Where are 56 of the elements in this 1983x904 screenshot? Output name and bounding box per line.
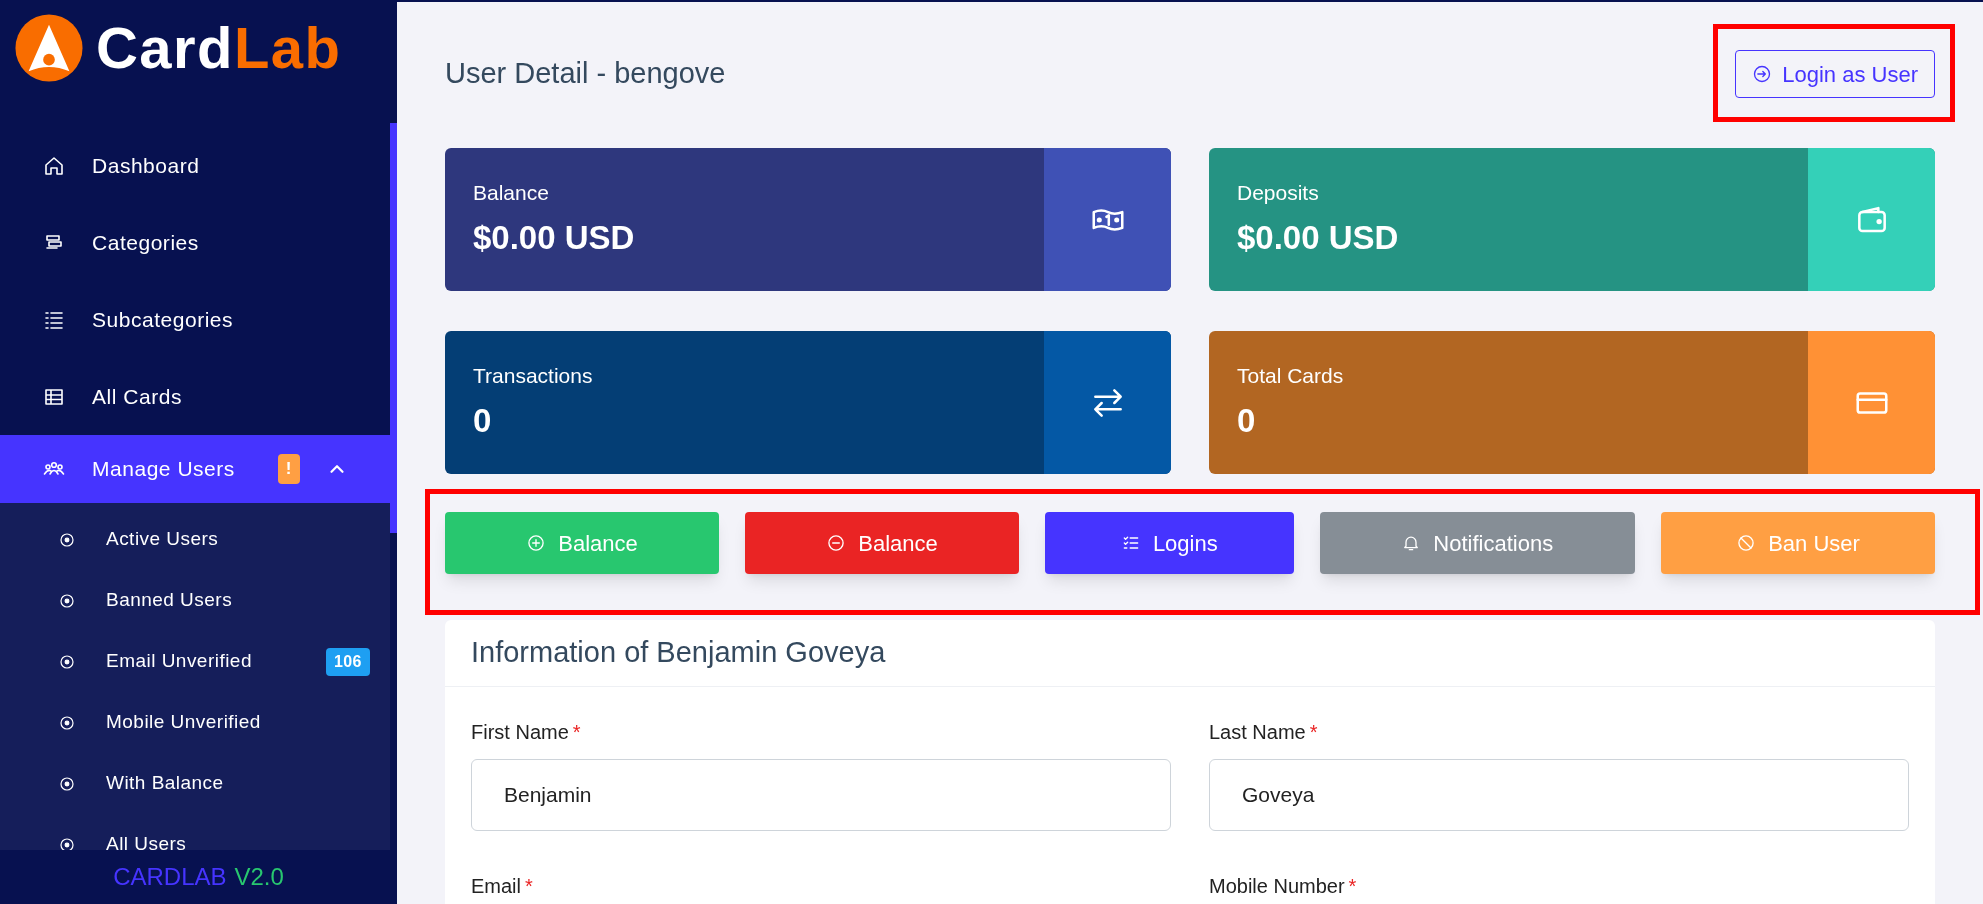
- logo-text: Card: [96, 18, 234, 77]
- warning-badge: !: [277, 454, 300, 484]
- required-mark: *: [525, 874, 533, 899]
- sidebar-item[interactable]: Categories: [0, 204, 390, 281]
- stat-value: $0.00 USD: [473, 217, 636, 258]
- action-button[interactable]: Balance: [745, 512, 1020, 574]
- text-field[interactable]: Goveya: [1209, 759, 1909, 831]
- logo-icon: [14, 12, 84, 83]
- ban-icon: [1736, 533, 1757, 553]
- radio-dot-icon: [58, 591, 76, 610]
- sign-in-icon: [1752, 64, 1773, 84]
- plus-circle-icon: [526, 533, 547, 553]
- submenu-link[interactable]: With Balance: [106, 769, 370, 798]
- sidebar-item[interactable]: Dashboard: [0, 127, 390, 204]
- card-title: Information of Benjamin Goveya: [471, 635, 886, 671]
- submenu-link[interactable]: Mobile Unverified: [106, 708, 370, 737]
- text-field[interactable]: Benjamin: [471, 759, 1171, 831]
- page-title: User Detail - bengove: [445, 56, 726, 92]
- radio-dot-icon: [58, 530, 76, 549]
- required-mark: *: [1309, 720, 1318, 745]
- sidebar-label: Dashboard: [92, 152, 201, 179]
- stat-label: Total Cards: [1237, 363, 1345, 389]
- sidebar-item[interactable]: Manage Users !: [0, 435, 390, 503]
- count-badge: 106: [325, 647, 370, 676]
- minus-circle-icon: [826, 533, 847, 553]
- sidebar-label: Subcategories: [92, 306, 235, 333]
- sidebar-label: Categories: [92, 229, 200, 256]
- radio-dot-icon: [58, 713, 76, 732]
- action-button[interactable]: Logins: [1045, 512, 1294, 574]
- stat-value: 0: [1237, 400, 1257, 441]
- stat-value: $0.00 USD: [1237, 217, 1400, 258]
- logo-text: Lab: [233, 18, 342, 77]
- app-name: CARDLAB: [113, 862, 227, 892]
- field-label: First Name: [471, 720, 569, 745]
- sidebar-item[interactable]: All Cards: [0, 358, 390, 435]
- version-text: V2.0: [234, 862, 284, 892]
- stat-label: Balance: [473, 180, 550, 206]
- sidebar-label: Manage Users: [92, 456, 236, 483]
- submenu-link[interactable]: Email Unverified: [106, 647, 296, 676]
- field-label: Last Name: [1209, 720, 1306, 745]
- stat-label: Transactions: [473, 363, 594, 389]
- scrollbar-thumb[interactable]: [390, 123, 397, 533]
- radio-dot-icon: [58, 774, 76, 793]
- login-as-user-button[interactable]: Login as User: [1735, 50, 1935, 98]
- stat-label: Deposits: [1237, 180, 1320, 206]
- submenu-link[interactable]: All Users: [106, 830, 370, 850]
- submenu-link[interactable]: Active Users: [106, 525, 370, 554]
- field-label: Email: [471, 874, 521, 899]
- required-mark: *: [572, 720, 581, 745]
- sidebar-item[interactable]: Subcategories: [0, 281, 390, 358]
- field-label: Mobile Number: [1209, 874, 1345, 899]
- radio-dot-icon: [58, 652, 76, 671]
- sidebar-label: All Cards: [92, 383, 183, 410]
- submenu-link[interactable]: Banned Users: [106, 586, 370, 615]
- stat-value: 0: [473, 400, 493, 441]
- required-mark: *: [1348, 874, 1357, 899]
